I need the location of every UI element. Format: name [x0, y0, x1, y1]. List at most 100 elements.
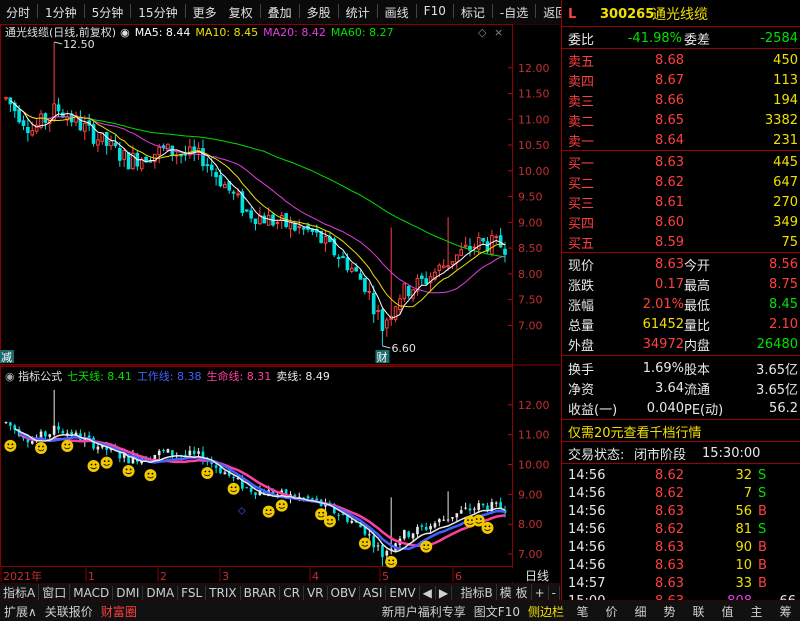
- indicator-tab-6[interactable]: TRIX: [206, 585, 241, 600]
- toolbar-action-3[interactable]: 统计: [340, 4, 376, 21]
- indicator-tab-1[interactable]: 窗口: [39, 584, 71, 601]
- ind-candle-body: [438, 519, 441, 523]
- toolbar-separator: [491, 3, 493, 18]
- market-tag: L: [568, 6, 577, 22]
- candle-body: [441, 265, 446, 269]
- candle-body: [455, 254, 459, 263]
- indicator-tab-10[interactable]: OBV: [328, 585, 361, 600]
- indicator-tab-2[interactable]: MACD: [70, 585, 114, 600]
- tick-row: 14:56 8.63 56 B: [562, 501, 800, 521]
- toolbar-separator: [130, 3, 132, 18]
- indicator-tab-5[interactable]: FSL: [178, 585, 207, 600]
- quote-tab-0[interactable]: 笔: [572, 603, 592, 620]
- sidebar-link[interactable]: 侧边栏: [524, 603, 568, 620]
- indicator-tab-8[interactable]: CR: [280, 585, 304, 600]
- close-icon[interactable]: ×: [494, 26, 503, 39]
- main-chart-frame: [0, 24, 513, 365]
- tick-direction: B: [758, 557, 767, 573]
- ind-candle-body: [48, 434, 52, 437]
- indicator-b-tab-0[interactable]: 指标B: [458, 584, 497, 601]
- quote-tab-6[interactable]: 主: [746, 603, 766, 620]
- stat-row: 现价 8.63 今开 8.56: [562, 254, 800, 274]
- diamond-icon[interactable]: ◇: [478, 26, 487, 39]
- tab-scroll-right-icon[interactable]: ▶: [436, 585, 453, 600]
- quote-tab-3[interactable]: 势: [659, 603, 679, 620]
- indicator-tab-0[interactable]: 指标A: [0, 584, 40, 601]
- ask-label: 卖四: [568, 74, 595, 90]
- candle-body: [205, 164, 210, 167]
- toolbar-action-2[interactable]: 多股: [301, 4, 337, 21]
- ind-candle-body: [61, 431, 65, 434]
- stat-label: 量比: [684, 318, 711, 334]
- candle-body: [345, 257, 350, 271]
- candle-body: [424, 278, 429, 284]
- toolbar-action-5[interactable]: F10: [418, 4, 452, 21]
- bid-row[interactable]: 买四 8.60 349: [562, 212, 800, 232]
- tab-scroll-left-icon[interactable]: ◀: [420, 585, 436, 600]
- toolbar-action-1[interactable]: 叠加: [262, 4, 298, 21]
- level2-promo[interactable]: 仅需20元查看千档行情: [562, 421, 800, 441]
- quote-tab-4[interactable]: 联: [688, 603, 708, 620]
- ask-row[interactable]: 卖五 8.68 450: [562, 50, 800, 70]
- candle-body: [126, 152, 131, 170]
- bid-row[interactable]: 买二 8.62 647: [562, 172, 800, 192]
- quote-tab-1[interactable]: 价: [601, 603, 621, 620]
- candle-body: [498, 235, 503, 248]
- panel-separator: [562, 463, 800, 464]
- ask-price: 8.64: [655, 132, 684, 148]
- ind-candle-body: [306, 496, 310, 499]
- ask-row[interactable]: 卖四 8.67 113: [562, 70, 800, 90]
- toolbar-action-4[interactable]: 画线: [379, 4, 415, 21]
- toolbar-period-4[interactable]: 更多: [187, 4, 223, 21]
- ask-row[interactable]: 卖二 8.65 3382: [562, 110, 800, 130]
- candle-body: [30, 130, 35, 136]
- toolbar-period-1[interactable]: 1分钟: [39, 4, 83, 21]
- toolbar-period-3[interactable]: 15分钟: [132, 4, 183, 21]
- panel-separator: [562, 419, 800, 420]
- date-axis: [0, 568, 560, 582]
- f10-link[interactable]: 图文F10: [470, 603, 524, 620]
- tick-time: 14:57: [568, 575, 606, 591]
- weicha-value: -2584: [760, 30, 798, 46]
- indicator-tab-4[interactable]: DMA: [143, 585, 179, 600]
- indicator-b-tab-2[interactable]: +: [532, 585, 549, 600]
- bid-row[interactable]: 买五 8.59 75: [562, 232, 800, 252]
- ind-legend-1: 工作线: 8.38: [137, 369, 202, 383]
- fundamental-row: 收益(一) 0.040 PE(动) 56.2: [562, 398, 800, 418]
- ind-candle-body: [416, 526, 419, 535]
- toolbar-period-0[interactable]: 分时: [0, 4, 36, 21]
- ask-row[interactable]: 卖一 8.64 231: [562, 130, 800, 150]
- indicator-tab-7[interactable]: BRAR: [241, 585, 281, 600]
- tick-row: 14:57 8.63 33 B: [562, 573, 800, 593]
- indicator-candles: [4, 389, 507, 566]
- status-item-2[interactable]: 财富圈: [97, 603, 141, 620]
- panel-separator: [562, 26, 800, 27]
- status-item-1[interactable]: 关联报价: [41, 603, 97, 620]
- stat-value: 8.75: [769, 276, 798, 292]
- status-item-0[interactable]: 扩展∧: [0, 603, 41, 620]
- quote-tab-7[interactable]: 筹: [775, 603, 795, 620]
- chart-toolbar: 分时 1分钟 5分钟 15分钟 更多 复权 叠加 多股 统计 画线 F10 标记 -自选 返回: [0, 0, 567, 25]
- quote-tab-5[interactable]: 值: [717, 603, 737, 620]
- kline-chart[interactable]: 12.00 11.50 11.00 10.50 10.00 9.50 9.00 8.50 8.0…: [0, 24, 560, 583]
- toolbar-action-7[interactable]: -自选: [494, 4, 534, 21]
- indicator-b-tab-1[interactable]: 模 板: [497, 584, 532, 601]
- candle-body: [363, 277, 367, 292]
- ask-row[interactable]: 卖三 8.66 194: [562, 90, 800, 110]
- toolbar-action-6[interactable]: 标记: [455, 4, 491, 21]
- trade-state-value: 闭市阶段: [634, 447, 687, 463]
- indicator-tab-11[interactable]: ASI: [360, 585, 387, 600]
- stock-code: 300265: [600, 6, 655, 22]
- indicator-tab-9[interactable]: VR: [304, 585, 328, 600]
- indicator-tab-3[interactable]: DMI: [113, 585, 144, 600]
- indicator-b-tab-3[interactable]: -: [549, 585, 560, 600]
- candle-body: [266, 214, 271, 226]
- promo-link[interactable]: 新用户福利专享: [378, 603, 470, 620]
- quote-tab-2[interactable]: 细: [630, 603, 650, 620]
- tick-volume: 7: [743, 485, 752, 501]
- bid-row[interactable]: 买一 8.63 445: [562, 152, 800, 172]
- bid-row[interactable]: 买三 8.61 270: [562, 192, 800, 212]
- toolbar-action-0[interactable]: 复权: [223, 4, 259, 21]
- toolbar-period-2[interactable]: 5分钟: [86, 4, 130, 21]
- indicator-tab-12[interactable]: EMV: [386, 585, 420, 600]
